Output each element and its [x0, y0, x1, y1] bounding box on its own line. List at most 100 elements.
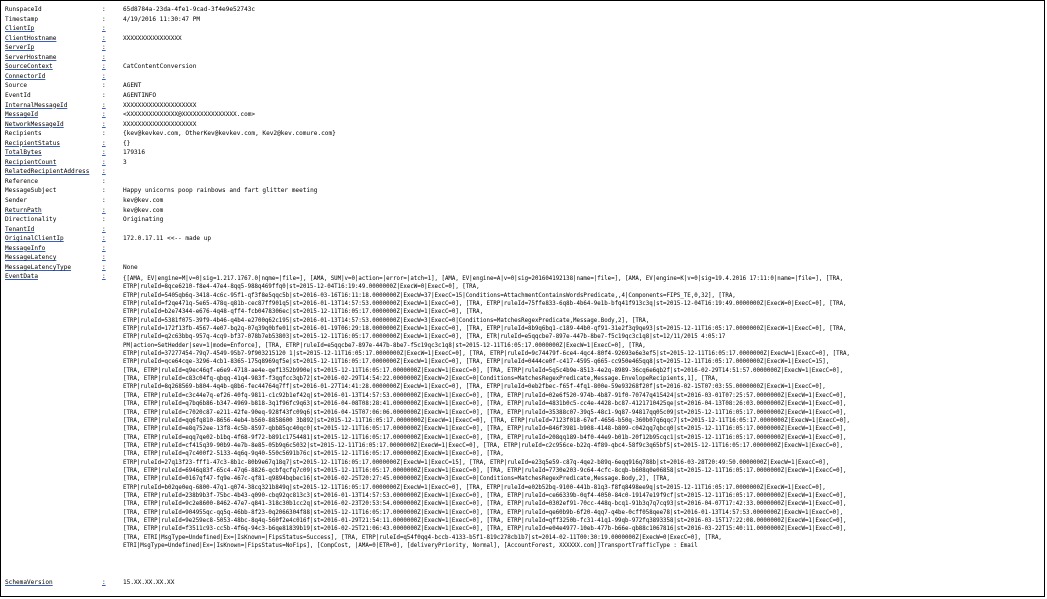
field-separator: :	[102, 63, 106, 71]
field-separator: :	[102, 6, 106, 13]
field-value: Originating	[123, 216, 164, 224]
event-data-line: [TRA, ETRP|ruleId=e8q752ee-13f8-4c5b-859…	[123, 426, 847, 433]
event-data-line: PM|action=SetHedder|sev=1|mode=Enforce],…	[123, 342, 646, 349]
field-separator: :	[102, 34, 106, 42]
field-separator: :	[102, 168, 106, 176]
event-data-line: [TRA, ETRP|ruleId=qq6fq810-8656-4eb4-b56…	[123, 417, 850, 424]
field-label: ConnectorId	[5, 72, 46, 80]
event-data-line: [TRA, ETRI|MsgType=Undefined|Ex=|IsKnown…	[123, 534, 722, 541]
field-separator: :	[102, 25, 106, 33]
event-data-line: [TRA, ETRP|ruleId=q7bq6b86-b347-4969-b81…	[123, 401, 847, 408]
field-separator: :	[102, 130, 106, 138]
field-separator: :	[102, 72, 106, 80]
event-data-line: [TRA, ETRP|ruleId=c7020c87-e211-42fe-90e…	[123, 409, 847, 416]
field-value: <XXXXXXXXXXXXXX@XXXXXXXXXXXXXXX.com>	[123, 111, 256, 119]
event-data-line: ETRP|ruleId=b2e74344-e676-4q48-qff4-fcb0…	[123, 309, 484, 316]
field-value: {kev@kevkev.com, OtherKev@kevkev.com, Ke…	[123, 130, 336, 138]
field-label: TenantId	[5, 225, 35, 233]
field-value: 4/19/2016 11:30:47 PM	[123, 15, 201, 23]
field-separator: :	[102, 82, 106, 90]
field-label: ServerIp	[5, 44, 35, 52]
field-label: Directionality	[5, 216, 57, 224]
field-label: Recipients	[5, 130, 42, 138]
field-separator: :	[102, 101, 106, 109]
field-label: ClientIp	[5, 25, 35, 33]
field-value: {}	[123, 139, 131, 147]
field-value: kev@kev.com	[123, 206, 164, 214]
field-label: NetworkMessageId	[5, 120, 64, 128]
field-value: None	[123, 263, 138, 271]
event-data-line: [TRA, ETRP|ruleId=238b9b3f-75bc-4b43-q09…	[123, 492, 847, 499]
field-label: ServerHostname	[5, 53, 57, 61]
event-data-line: [TRA, ETRP|ruleId=cf415q39-90b9-4e7b-8e8…	[123, 442, 844, 449]
event-data-line: ETRP|ruleId=qce64cqe-3296-4cb1-8365-175q…	[123, 359, 830, 366]
event-data-line: [TRA, ETRP|ruleId=6946q83f-65c4-47q6-882…	[123, 467, 847, 474]
field-separator: :	[102, 235, 106, 243]
field-value: XXXXXXXXXXXXXXXX	[123, 34, 182, 42]
field-value: kev@kev.com	[123, 197, 164, 204]
field-label: MessageSubject	[5, 187, 57, 195]
field-separator: :	[102, 53, 106, 61]
event-data-line: ETRP|ruleId=27q13f23-fff1-47c3-8b1c-80b9…	[123, 459, 830, 466]
field-label: ReturnPath	[5, 206, 42, 214]
field-label: MessageLatency	[5, 254, 57, 262]
field-separator: :	[102, 579, 106, 586]
field-label: RelatedRecipientAddress	[5, 168, 90, 176]
field-label: MessageLatencyType	[5, 263, 72, 271]
event-data-line: ETRP|ruleId=172f13fb-4567-4e07-bq2q-07q3…	[123, 326, 847, 333]
field-separator: :	[102, 244, 106, 252]
field-label: RunspaceId	[5, 6, 42, 13]
event-data-line: ETRP|ruleId=b02qe0eq-6800-47q1-q074-38cq…	[123, 484, 826, 491]
event-data-line: [TRA, ETRP|ruleId=c83c04fq-qbqq-41q4-983…	[123, 376, 719, 383]
field-separator: :	[102, 187, 106, 195]
field-value: AGENT	[123, 82, 142, 90]
field-separator: :	[102, 225, 106, 233]
field-value: 3	[123, 158, 127, 166]
field-separator: :	[102, 149, 106, 157]
event-data-line: ETRP|ruleId=8q268569-b804-4q4b-q8b6-fec4…	[123, 384, 826, 391]
event-data-line: ETRI|MsgType=Undefined|Ex=|IsKnown=|Fips…	[123, 543, 698, 549]
field-label: MessageInfo	[5, 244, 46, 252]
event-data-line: [TRA, ETRP|ruleId=c3c44e7q-ef26-40fq-981…	[123, 392, 847, 399]
field-separator: :	[102, 254, 106, 262]
event-data-line: [TRA, ETRP|ruleId=f3511c93-cc5b-4f6q-94c…	[123, 526, 847, 533]
field-separator: :	[102, 197, 106, 204]
field-value: AGENTINFO	[123, 91, 157, 99]
event-data-line: ETRP|ruleId=5381f075-39f9-4b46-q4b4-e270…	[123, 317, 650, 324]
event-data-line: [TRA, ETRP|ruleId=904955qc-qq5q-46bb-8f2…	[123, 509, 844, 516]
field-label: ClientHostname	[5, 34, 57, 42]
field-separator: :	[102, 91, 106, 99]
field-value: XXXXXXXXXXXXXXXXXXXX	[123, 101, 197, 109]
field-label: Sender	[5, 197, 28, 204]
field-separator: :	[102, 216, 106, 224]
field-label: RecipientStatus	[5, 139, 61, 147]
field-value: Happy unicorns poop rainbows and fart gl…	[123, 187, 318, 195]
field-separator: :	[102, 158, 106, 166]
event-data-line: [TRA, ETRP|ruleId=q7c400f2-5133-4q6q-9q4…	[123, 451, 504, 458]
field-label: Reference	[5, 177, 39, 185]
event-data-block: {[AMA, EV|engine=M|v=0|sig=1.217.1767.0|…	[123, 275, 1043, 550]
field-label: SourceContext	[5, 63, 53, 71]
field-label: TotalBytes	[5, 149, 42, 157]
field-value: CatContentConversion	[123, 63, 197, 71]
event-data-line: ETRP|ruleId=8qce6210-f8e4-47e4-8qq5-988q…	[123, 284, 480, 291]
field-value: XXXXXXXXXXXXXXXXXXXX	[123, 120, 197, 128]
field-label: EventId	[5, 91, 31, 99]
field-label: Timestamp	[5, 15, 39, 23]
event-data-line: ETRP|ruleId=37277454-79q7-4549-95b7-9f90…	[123, 351, 850, 358]
field-separator: :	[102, 44, 106, 52]
event-data-line: ETRP|ruleId=5405qb6q-3418-4c6c-95f1-qf3f…	[123, 292, 736, 299]
field-separator: :	[102, 263, 106, 271]
field-label: InternalMessageId	[5, 101, 68, 109]
event-data-line: [TRA, ETRP|ruleId=eqq7qe02-b1bq-4f68-9f7…	[123, 434, 847, 441]
powershell-output-panel: RunspaceId: 65d8784a-23da-4fe1-9cad-3f4e9…	[0, 0, 1045, 597]
field-label: RecipientCount	[5, 158, 57, 166]
field-separator: :	[102, 111, 106, 119]
field-separator: :	[102, 120, 106, 128]
field-label: Source	[5, 82, 28, 90]
field-label: MessageId	[5, 111, 39, 119]
field-value: 179316	[123, 149, 146, 157]
field-value: 172.0.17.11 <<-- made up	[123, 235, 212, 243]
field-label: OriginalClientIp	[5, 235, 64, 243]
event-data-line: ETRP|ruleId=q2c63bbq-957q-4cq9-bf37-078b…	[123, 334, 726, 341]
